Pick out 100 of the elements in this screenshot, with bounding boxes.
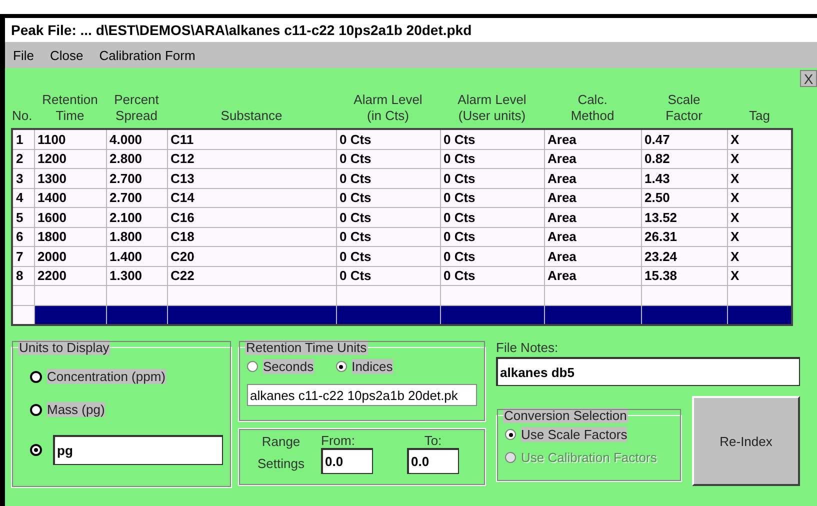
table-cell: X xyxy=(727,266,792,286)
menu-item[interactable]: Calibration Form xyxy=(99,48,196,62)
table-cell: 2000 xyxy=(34,246,106,266)
table-cell: 0 Cts xyxy=(336,168,440,188)
table-cell: 0 Cts xyxy=(336,149,440,168)
radio-button[interactable] xyxy=(30,370,42,382)
table-cell: Area xyxy=(544,188,641,208)
radio-label: Mass (pg) xyxy=(47,402,105,417)
column-header: Alarm Level (User units) xyxy=(456,92,528,124)
window-title: Peak File: ... d\EST\DEMOS\ARA\alkanes c11-c22 10ps2a1b 20det.pkd xyxy=(5,18,817,42)
column-header: Substance xyxy=(220,108,282,124)
table-cell: 1800 xyxy=(34,227,106,246)
table-cell: 1100 xyxy=(34,129,106,149)
radio-button[interactable] xyxy=(505,429,516,440)
table-cell: C18 xyxy=(167,227,336,246)
radio-button[interactable] xyxy=(30,444,42,456)
column-header: Retention Time xyxy=(41,92,99,124)
table-cell: 0 Cts xyxy=(440,129,544,149)
table-cell: 15.38 xyxy=(641,266,727,286)
table-cell: Area xyxy=(544,208,641,227)
table-cell: 1.800 xyxy=(106,227,167,246)
radio-button[interactable] xyxy=(30,404,42,416)
table-cell: 5 xyxy=(12,208,34,227)
radio-label: Concentration (ppm) xyxy=(47,369,166,384)
table-cell: C13 xyxy=(167,168,336,188)
from-field[interactable]: 0.0 xyxy=(321,448,373,474)
table-cell: 2.700 xyxy=(106,188,167,208)
group-title: Units to Display xyxy=(18,340,110,355)
menu-item[interactable]: File xyxy=(13,48,34,62)
table-cell: Area xyxy=(544,227,641,246)
table-cell: 13.52 xyxy=(641,208,727,227)
table-cell: 1.400 xyxy=(106,246,167,266)
group-title: Conversion Selection xyxy=(503,408,628,423)
column-header: Scale Factor xyxy=(664,92,704,124)
table-cell: 2.100 xyxy=(106,208,167,227)
radio-label: Seconds xyxy=(263,359,314,374)
table-cell: C22 xyxy=(167,266,336,286)
table-cell: 1600 xyxy=(34,208,106,227)
table-cell: C12 xyxy=(167,149,336,168)
table-cell: 1400 xyxy=(34,188,106,208)
table-cell: 1300 xyxy=(34,168,106,188)
range-label: Range Settings xyxy=(256,433,306,473)
table-cell: X xyxy=(727,149,792,168)
radio-button[interactable] xyxy=(247,361,258,372)
table-cell: 0 Cts xyxy=(440,168,544,188)
unit-field[interactable]: pg xyxy=(53,435,223,465)
table-cell: 2.50 xyxy=(641,188,727,208)
table-cell: X xyxy=(727,246,792,266)
to-field[interactable]: 0.0 xyxy=(407,448,459,474)
table-cell: 8 xyxy=(12,266,34,286)
table-cell: Area xyxy=(544,246,641,266)
table-cell: Area xyxy=(544,168,641,188)
column-header: Calc. Method xyxy=(570,92,616,124)
close-button[interactable]: X xyxy=(800,70,817,87)
column-header: Alarm Level (in Cts) xyxy=(352,92,424,124)
table-cell: 26.31 xyxy=(641,227,727,246)
table-cell: 0 Cts xyxy=(336,227,440,246)
table-cell: 0 Cts xyxy=(440,149,544,168)
file-notes-field[interactable]: alkanes db5 xyxy=(496,357,800,386)
table-cell: Area xyxy=(544,149,641,168)
radio-button[interactable] xyxy=(336,361,347,372)
from-label: From: xyxy=(321,432,356,448)
table-cell: 0 Cts xyxy=(440,188,544,208)
radio-label: Indices xyxy=(352,359,393,374)
radio-label: Use Calibration Factors xyxy=(521,450,657,465)
reindex-button[interactable]: Re-Index xyxy=(692,396,800,486)
table-cell: 2.700 xyxy=(106,168,167,188)
column-header: Tag xyxy=(749,108,770,124)
table-cell: X xyxy=(727,208,792,227)
file-notes-label: File Notes: xyxy=(496,340,560,355)
table-cell: 0.82 xyxy=(641,149,727,168)
table-cell: C20 xyxy=(167,246,336,266)
group-title: Retention Time Units xyxy=(245,340,368,355)
table-cell: C14 xyxy=(167,188,336,208)
table-cell: 23.24 xyxy=(641,246,727,266)
table-cell: 4.000 xyxy=(106,129,167,149)
table-cell: 0 Cts xyxy=(336,246,440,266)
file-name-field[interactable]: alkanes c11-c22 10ps2a1b 20det.pk xyxy=(247,384,477,406)
table-cell: 0 Cts xyxy=(440,246,544,266)
table-cell: 2.800 xyxy=(106,149,167,168)
column-header: Percent Spread xyxy=(113,92,160,124)
table-cell: 0 Cts xyxy=(336,129,440,149)
table-cell: 1.300 xyxy=(106,266,167,286)
table-cell: X xyxy=(727,227,792,246)
to-label: To: xyxy=(424,432,442,448)
table-cell: 2200 xyxy=(34,266,106,286)
table-cell: 1.43 xyxy=(641,168,727,188)
table-cell: 3 xyxy=(12,168,34,188)
table-cell: 4 xyxy=(12,188,34,208)
table-cell: X xyxy=(727,188,792,208)
table-cell: 6 xyxy=(12,227,34,246)
table-cell: 7 xyxy=(12,246,34,266)
table-cell: X xyxy=(727,129,792,149)
menu-item[interactable]: Close xyxy=(50,48,84,62)
table-cell: 0 Cts xyxy=(440,227,544,246)
table-cell: C11 xyxy=(167,129,336,149)
radio-label: Use Scale Factors xyxy=(521,427,628,442)
column-header: No. xyxy=(12,108,32,124)
table-cell: 0 Cts xyxy=(336,188,440,208)
table-cell: Area xyxy=(544,129,641,149)
